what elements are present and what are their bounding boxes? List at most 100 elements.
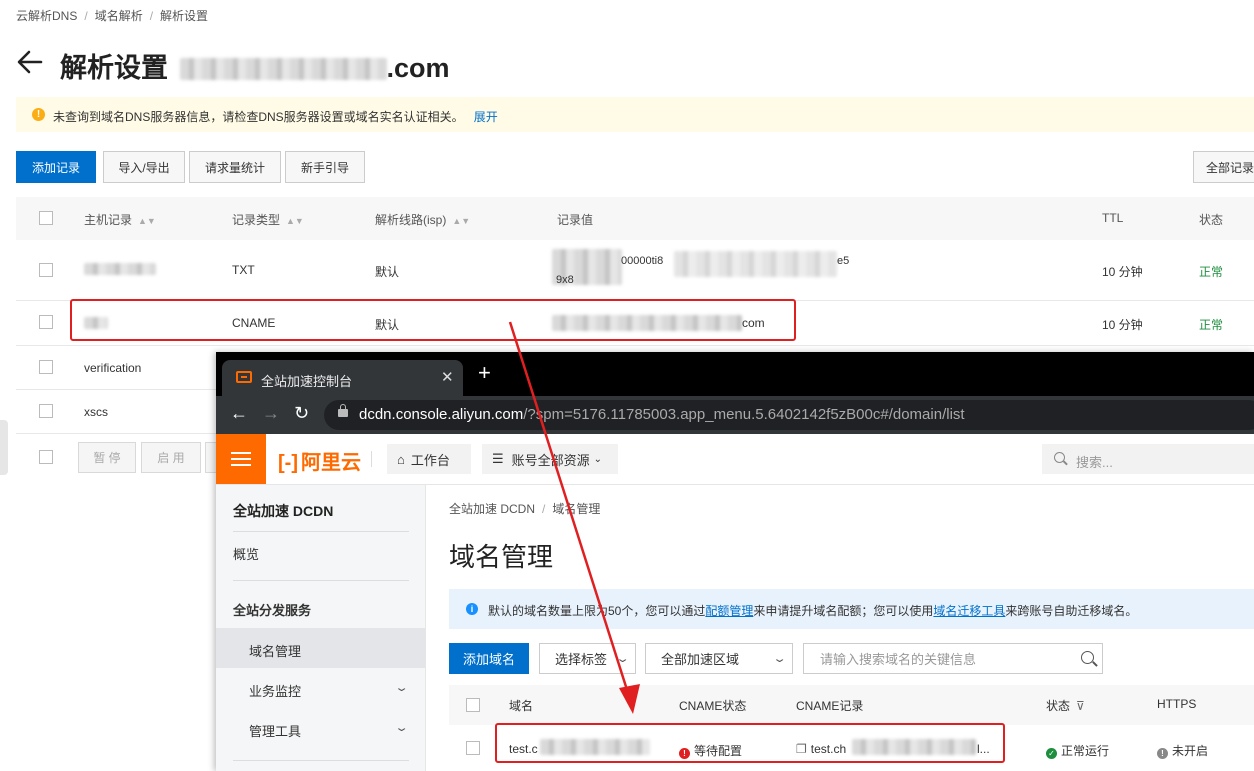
dns-warning-notice: ! 未查询到域名DNS服务器信息，请检查DNS服务器设置或域名实名认证相关。 展开 bbox=[16, 97, 1254, 132]
breadcrumb: 云解析DNS / 域名解析 / 解析设置 bbox=[16, 9, 209, 23]
record-value: 00000ti8 bbox=[621, 255, 664, 267]
dcdn-breadcrumb: 全站加速 DCDN / 域名管理 bbox=[449, 502, 601, 516]
col-domain: 域名 bbox=[509, 699, 534, 713]
new-tab-icon[interactable]: + bbox=[478, 360, 491, 386]
aliyun-logo[interactable]: [-] 阿里云 bbox=[278, 446, 361, 475]
select-all-checkbox[interactable] bbox=[466, 698, 480, 712]
col-line[interactable]: 解析线路(isp) ▲▼ bbox=[375, 211, 470, 228]
chevron-down-icon: ⌄ bbox=[772, 653, 787, 665]
quota-link[interactable]: 配额管理 bbox=[705, 604, 753, 618]
check-icon: ✓ bbox=[1046, 748, 1057, 759]
table-row: TXT 默认 00000ti8 e5 9x8 10 分钟 正常 bbox=[16, 241, 1254, 301]
col-cname: CNAME记录 bbox=[796, 699, 864, 713]
browser-window: 全站加速控制台 ✕ + ← → ↻ dcdn.console.aliyun.co… bbox=[216, 352, 1254, 771]
breadcrumb-dns[interactable]: 云解析DNS bbox=[16, 9, 77, 23]
tab-title: 全站加速控制台 bbox=[261, 374, 353, 389]
request-stats-button[interactable]: 请求量统计 bbox=[189, 151, 281, 183]
select-all-checkbox[interactable] bbox=[39, 211, 53, 225]
menu-icon[interactable] bbox=[216, 434, 266, 484]
console-search[interactable]: 搜索... bbox=[1042, 444, 1254, 474]
chevron-down-icon: ⌄ bbox=[394, 682, 409, 694]
breadcrumb-domain-mgmt: 域名管理 bbox=[552, 502, 601, 516]
filter-icon: ⊽ bbox=[1076, 699, 1085, 713]
sort-icon: ▲▼ bbox=[138, 216, 156, 226]
back-arrow-icon[interactable] bbox=[16, 46, 44, 78]
notice-expand-link[interactable]: 展开 bbox=[474, 110, 498, 124]
page-title: 解析设置 .com bbox=[60, 53, 450, 83]
quota-info-notice: i 默认的域名数量上限为50个，您可以通过配额管理来申请提升域名配额；您可以使用… bbox=[449, 589, 1254, 629]
col-https: HTTPS bbox=[1157, 697, 1197, 711]
breadcrumb-dcdn[interactable]: 全站加速 DCDN bbox=[449, 502, 535, 516]
info-icon: ! bbox=[1157, 748, 1168, 759]
sidebar-active-bg bbox=[216, 628, 425, 668]
add-record-button[interactable]: 添加记录 bbox=[16, 151, 96, 183]
redacted-value bbox=[674, 251, 837, 277]
warning-icon: ! bbox=[32, 108, 45, 121]
row-checkbox[interactable] bbox=[39, 315, 53, 329]
info-icon: i bbox=[466, 603, 478, 615]
guide-button[interactable]: 新手引导 bbox=[285, 151, 365, 183]
domain-search-input[interactable]: 请输入搜索域名的关键信息 bbox=[803, 643, 1103, 674]
record-line: 默认 bbox=[375, 265, 400, 279]
home-icon: ⌂ bbox=[397, 451, 405, 467]
url-text: dcdn.console.aliyun.com/?spm=5176.117850… bbox=[359, 406, 965, 423]
breadcrumb-current: 解析设置 bbox=[160, 9, 209, 23]
import-export-button[interactable]: 导入/导出 bbox=[103, 151, 185, 183]
record-status: 正常 bbox=[1199, 318, 1224, 332]
record-status: 正常 bbox=[1199, 265, 1224, 279]
account-resources-select[interactable]: ☰ 账号全部资源 ⌄ bbox=[482, 444, 618, 474]
chevron-down-icon: ⌄ bbox=[593, 453, 603, 465]
search-icon bbox=[1054, 452, 1065, 463]
dcdn-sidebar: 全站加速 DCDN 概览 全站分发服务 域名管理 业务监控 ⌄ 管理工具 ⌄ bbox=[216, 485, 426, 771]
row-checkbox[interactable] bbox=[466, 741, 480, 755]
enable-button[interactable]: 启 用 bbox=[141, 442, 201, 473]
redacted-domain bbox=[179, 58, 387, 80]
chevron-down-icon: ⌄ bbox=[615, 653, 630, 665]
search-icon bbox=[1081, 651, 1094, 664]
sidebar-item-overview[interactable]: 概览 bbox=[233, 544, 259, 563]
pause-button[interactable]: 暂 停 bbox=[78, 442, 136, 473]
list-icon: ☰ bbox=[492, 451, 504, 466]
col-status: 状态 bbox=[1199, 213, 1224, 227]
col-host[interactable]: 主机记录 ▲▼ bbox=[84, 211, 156, 228]
workbench-button[interactable]: ⌂ 工作台 bbox=[387, 444, 471, 474]
aliyun-favicon-icon bbox=[236, 371, 252, 383]
forward-icon[interactable]: → bbox=[262, 403, 280, 424]
console-topbar: [-] 阿里云 ⌂ 工作台 ☰ 账号全部资源 ⌄ 搜索... bbox=[216, 434, 1254, 485]
browser-tab[interactable]: 全站加速控制台 ✕ bbox=[222, 360, 463, 396]
record-value-line2: 9x8 bbox=[556, 274, 574, 286]
migration-tool-link[interactable]: 域名迁移工具 bbox=[933, 604, 1005, 618]
row-checkbox[interactable] bbox=[39, 263, 53, 277]
record-host: verification bbox=[84, 361, 142, 375]
row-checkbox[interactable] bbox=[39, 360, 53, 374]
close-tab-icon[interactable]: ✕ bbox=[441, 368, 454, 386]
sort-icon: ▲▼ bbox=[452, 216, 471, 226]
breadcrumb-domain-resolve[interactable]: 域名解析 bbox=[95, 9, 143, 23]
all-records-select[interactable]: 全部记录 bbox=[1193, 151, 1254, 183]
col-type[interactable]: 记录类型 ▲▼ bbox=[232, 211, 304, 228]
sort-icon: ▲▼ bbox=[286, 216, 304, 226]
col-value: 记录值 bbox=[557, 213, 594, 227]
add-domain-button[interactable]: 添加域名 bbox=[449, 643, 529, 674]
tag-select[interactable]: 选择标签 ⌄ bbox=[539, 643, 636, 674]
notice-text: 未查询到域名DNS服务器信息，请检查DNS服务器设置或域名实名认证相关。 bbox=[53, 110, 464, 124]
col-cname-status: CNAME状态 bbox=[679, 699, 747, 713]
region-select[interactable]: 全部加速区域 ⌄ bbox=[645, 643, 793, 674]
row-checkbox[interactable] bbox=[39, 404, 53, 418]
col-status[interactable]: 状态 ⊽ bbox=[1046, 697, 1085, 714]
sidebar-item-domain-mgmt[interactable]: 域名管理 bbox=[249, 641, 301, 660]
bulk-select-checkbox[interactable] bbox=[39, 450, 53, 464]
reload-icon[interactable]: ↻ bbox=[294, 403, 309, 424]
chevron-down-icon: ⌄ bbox=[394, 722, 409, 734]
record-type: TXT bbox=[232, 263, 255, 277]
address-bar[interactable]: dcdn.console.aliyun.com/?spm=5176.117850… bbox=[324, 400, 1254, 430]
sidebar-item-monitor[interactable]: 业务监控 bbox=[249, 681, 301, 700]
domain-status: ✓ 正常运行 bbox=[1046, 742, 1109, 759]
domain-table-header: 域名 CNAME状态 CNAME记录 状态 ⊽ HTTPS bbox=[449, 685, 1254, 725]
record-host: xscs bbox=[84, 405, 108, 419]
collapse-side-tab[interactable] bbox=[0, 420, 8, 475]
sidebar-item-tools[interactable]: 管理工具 bbox=[249, 721, 301, 740]
col-ttl: TTL bbox=[1102, 211, 1124, 225]
sidebar-section-dist: 全站分发服务 bbox=[233, 603, 312, 618]
back-icon[interactable]: ← bbox=[230, 403, 248, 424]
